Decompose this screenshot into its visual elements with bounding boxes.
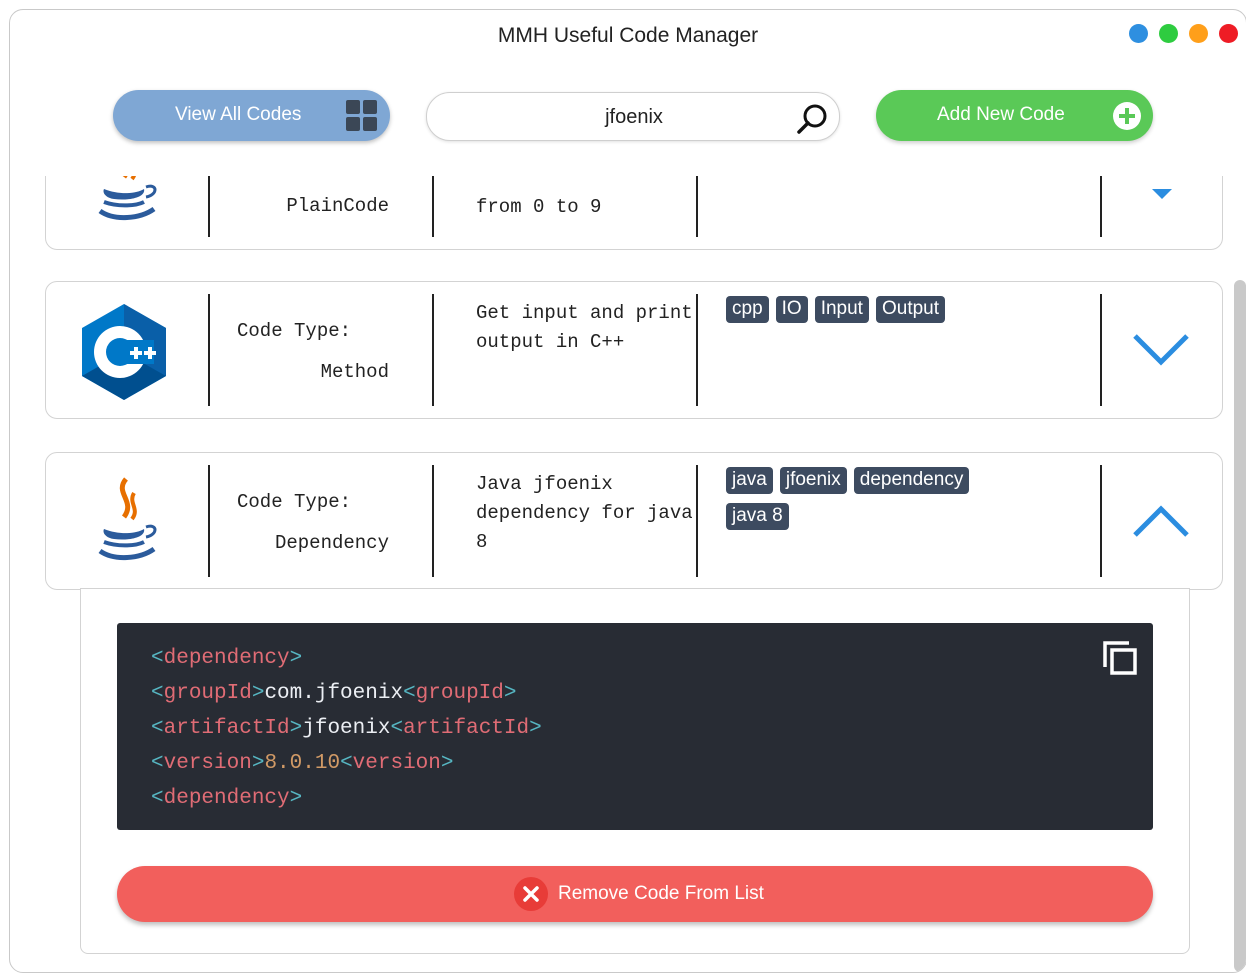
column-divider (432, 176, 434, 237)
tag[interactable]: Output (875, 296, 946, 323)
tag[interactable]: Input (814, 296, 869, 323)
tag[interactable]: java (726, 467, 773, 494)
window-title: MMH Useful Code Manager (497, 24, 759, 47)
close-icon (514, 877, 548, 911)
code-type-value: Dependency (274, 532, 389, 554)
code-line: <version>8.0.10<version> (151, 752, 454, 775)
grid-icon (346, 100, 378, 132)
code-lines[interactable]: <dependency> <groupId>com.jfoenix<groupId… (151, 641, 542, 816)
code-card: Code Type: Dependency Java jfoenix depen… (45, 452, 1223, 590)
app-window: MMH Useful Code Manager View All Codes A… (9, 9, 1246, 973)
java-icon (98, 176, 157, 220)
search-box (426, 92, 840, 141)
close-window-button[interactable] (1219, 24, 1238, 43)
code-card: PlainCode from 0 to 9 (45, 176, 1223, 250)
tag[interactable]: dependency (853, 467, 970, 494)
tag[interactable]: java 8 (726, 503, 789, 530)
info-window-button[interactable] (1129, 24, 1148, 43)
code-type-label: Code Type: (237, 320, 352, 342)
search-input[interactable] (467, 103, 801, 131)
column-divider (696, 294, 698, 406)
code-description: from 0 to 9 (476, 196, 602, 218)
code-description: Java jfoenix dependency for java 8 (476, 473, 693, 553)
view-all-codes-button[interactable]: View All Codes (113, 90, 390, 141)
scrollbar[interactable] (1234, 280, 1246, 972)
cpp-icon (82, 304, 166, 400)
maximize-window-button[interactable] (1159, 24, 1178, 43)
column-divider (1100, 465, 1102, 577)
code-card: Code Type: Method Get input and print ou… (45, 281, 1223, 419)
column-divider (208, 294, 210, 406)
column-divider (432, 465, 434, 577)
column-divider (696, 176, 698, 237)
remove-code-label: Remove Code From List (558, 883, 764, 904)
chevron-down-icon[interactable] (1131, 320, 1191, 380)
code-list: PlainCode from 0 to 9 Code Type: Method … (10, 176, 1246, 972)
remove-code-button[interactable]: Remove Code From List (117, 866, 1153, 922)
plus-icon (1113, 102, 1141, 130)
code-type-value: PlainCode (286, 195, 389, 217)
add-new-code-label: Add New Code (937, 104, 1065, 125)
column-divider (1100, 294, 1102, 406)
tag-list: java jfoenix dependency java 8 (726, 467, 1026, 539)
code-line: <artifactId>jfoenix<artifactId> (151, 717, 542, 740)
column-divider (696, 465, 698, 577)
minimize-window-button[interactable] (1189, 24, 1208, 43)
code-type-label: Code Type: (237, 491, 352, 513)
code-line: <dependency> (151, 787, 303, 810)
tag[interactable]: jfoenix (779, 467, 847, 494)
tag[interactable]: IO (775, 296, 808, 323)
chevron-up-icon[interactable] (1131, 491, 1191, 551)
code-description: Get input and print output in C++ (476, 302, 693, 353)
java-icon (98, 477, 157, 560)
code-block: <dependency> <groupId>com.jfoenix<groupId… (117, 623, 1153, 830)
add-new-code-button[interactable]: Add New Code (876, 90, 1153, 141)
code-type-value: Method (320, 361, 389, 383)
search-icon[interactable] (795, 101, 831, 137)
code-detail-panel: <dependency> <groupId>com.jfoenix<groupId… (80, 588, 1190, 954)
tag[interactable]: cpp (726, 296, 769, 323)
column-divider (432, 294, 434, 406)
copy-icon[interactable] (1101, 639, 1139, 677)
chevron-down-icon[interactable] (1150, 185, 1174, 201)
code-line: <groupId>com.jfoenix<groupId> (151, 682, 517, 705)
column-divider (1100, 176, 1102, 237)
tag-list: cpp IO Input Output (726, 296, 1026, 332)
column-divider (208, 176, 210, 237)
column-divider (208, 465, 210, 577)
view-all-codes-label: View All Codes (175, 104, 302, 125)
code-line: <dependency> (151, 647, 303, 670)
